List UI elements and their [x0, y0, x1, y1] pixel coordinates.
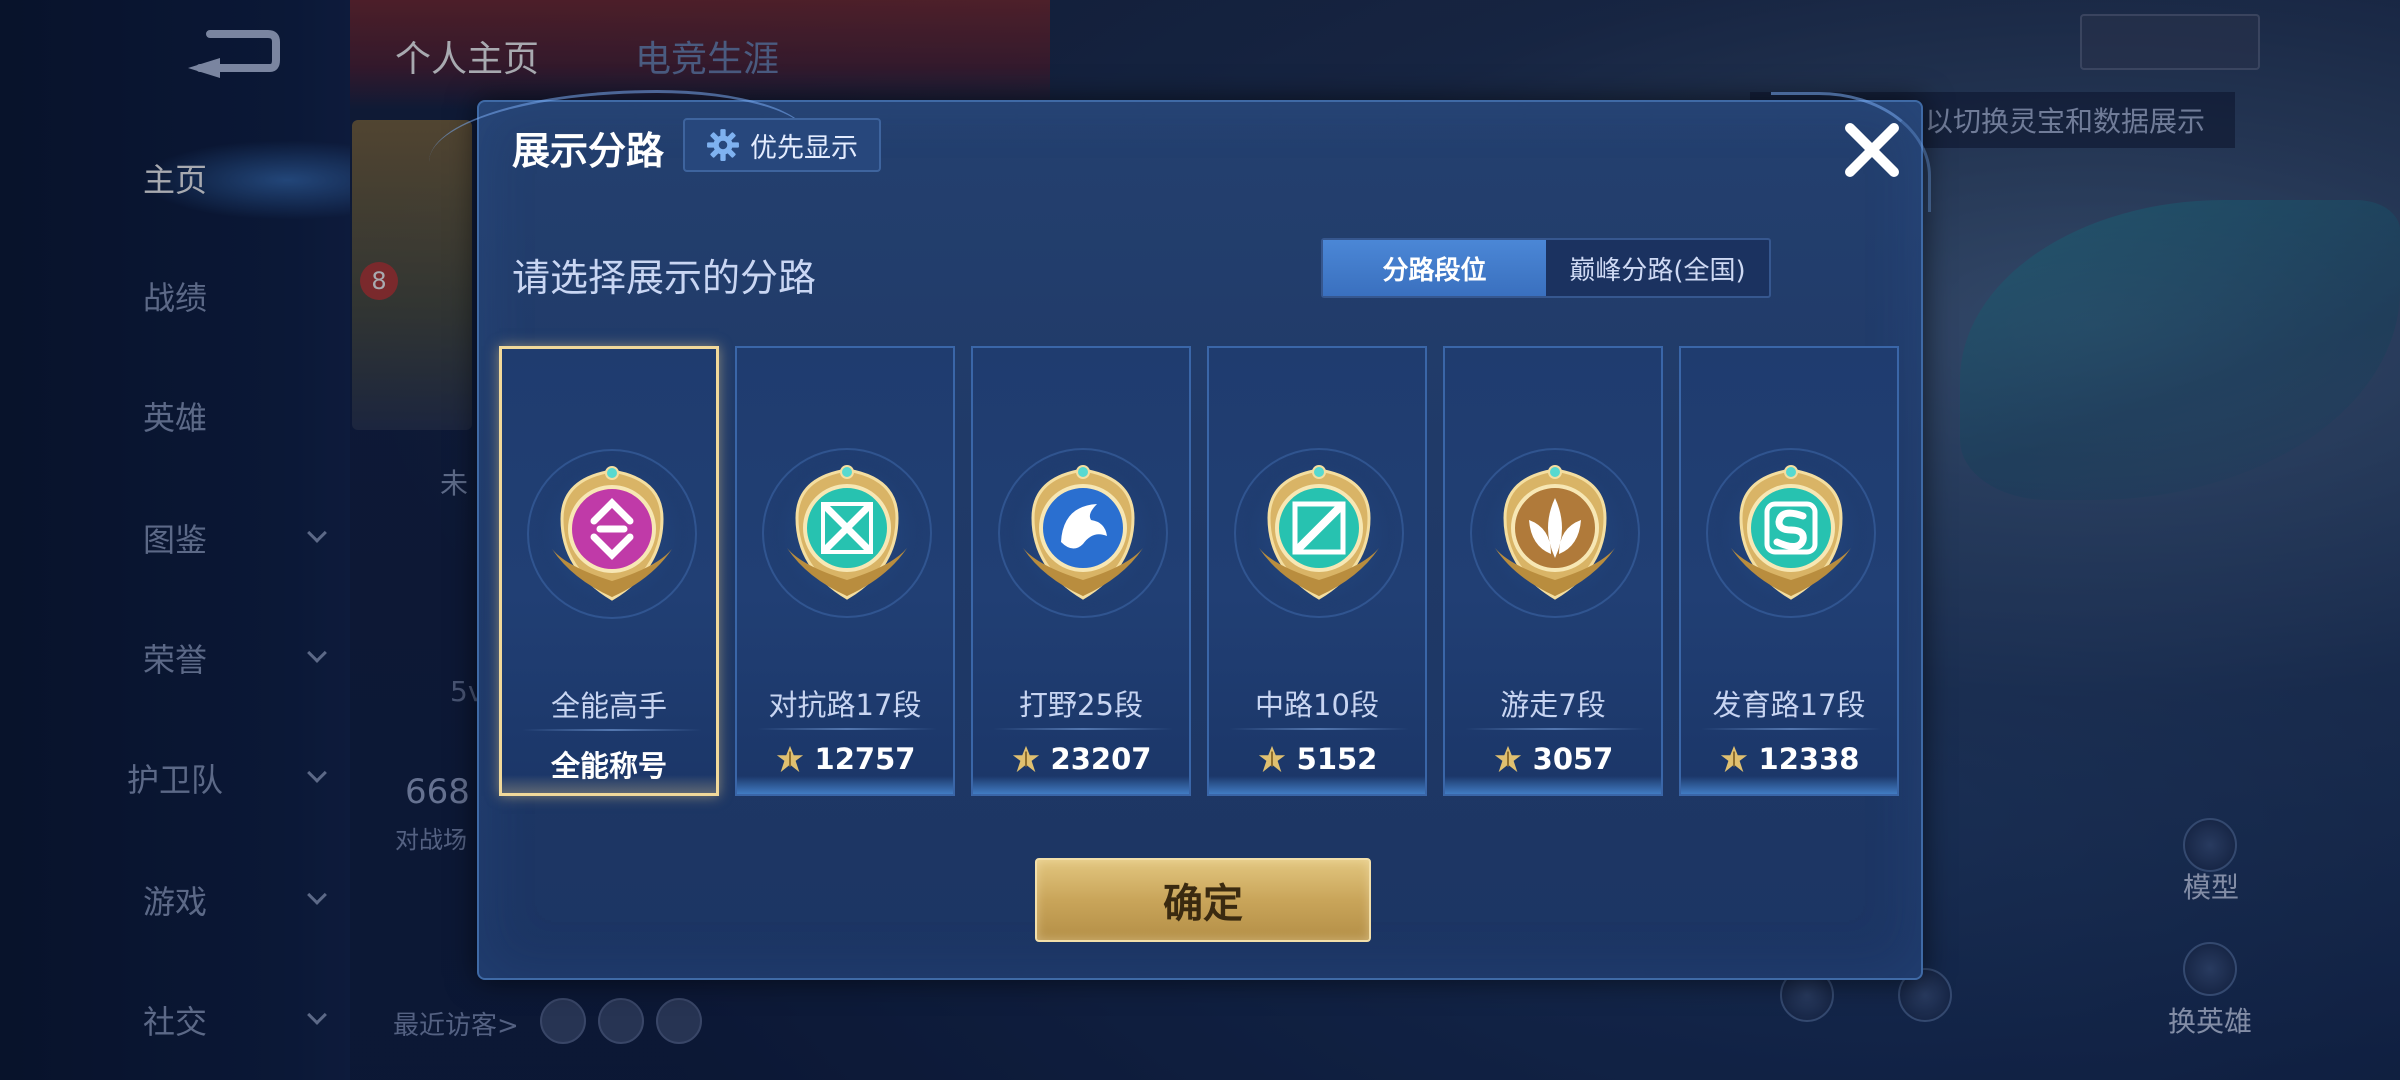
confirm-button[interactable]: 确定: [1035, 858, 1371, 942]
mid-lane-medal-icon: [1249, 458, 1389, 608]
card-bottom-glow: [1681, 776, 1897, 794]
lane-value-text: 12338: [1758, 742, 1860, 776]
peak-score-icon: [1011, 744, 1041, 774]
lane-card-all-round[interactable]: 全能高手 全能称号: [499, 346, 719, 796]
close-icon[interactable]: [1832, 110, 1912, 190]
lane-value: 12757: [737, 742, 953, 776]
divider: [1465, 728, 1645, 730]
lane-rank-name: 游走7段: [1500, 688, 1606, 722]
peak-score-icon: [1493, 744, 1523, 774]
lane-card-farm-lane[interactable]: 发育路17段 12338: [1679, 346, 1899, 796]
priority-display-label: 优先显示: [750, 132, 858, 164]
lane-card-list: 全能高手 全能称号对抗路17段 12757 打野25段 23207 中路10段 5152 游走…: [499, 346, 1909, 800]
lane-value-text: 3057: [1532, 742, 1614, 776]
lane-rank-name: 全能高手: [550, 689, 667, 723]
lane-rank-name: 打野25段: [1019, 688, 1143, 722]
jungle-medal-icon: [1013, 458, 1153, 608]
divider: [757, 728, 937, 730]
roam-medal-icon: [1485, 458, 1625, 608]
lane-display-dialog: 展示分路 优先显示 请选择展示的分路 分路段位 巅峰分路(全国) 全能高手 全能称…: [429, 90, 1931, 980]
card-bottom-glow: [1209, 776, 1425, 794]
lane-value-text: 12757: [814, 742, 916, 776]
divider: [522, 729, 702, 731]
divider: [993, 728, 1173, 730]
card-bottom-glow: [737, 776, 953, 794]
card-bottom-glow: [973, 776, 1189, 794]
lane-card-mid-lane[interactable]: 中路10段 5152: [1207, 346, 1427, 796]
lane-value: 3057: [1445, 742, 1661, 776]
peak-score-icon: [775, 744, 805, 774]
toggle-lane-rank[interactable]: 分路段位: [1323, 240, 1546, 296]
lane-card-jungle[interactable]: 打野25段 23207: [971, 346, 1191, 796]
lane-rank-name: 发育路17段: [1712, 688, 1866, 722]
peak-score-icon: [1257, 744, 1287, 774]
lane-value: 23207: [973, 742, 1189, 776]
dialog-subtitle: 请选择展示的分路: [512, 256, 817, 300]
farm-lane-medal-icon: [1721, 458, 1861, 608]
priority-display-button[interactable]: 优先显示: [683, 118, 881, 172]
lane-rank-name: 中路10段: [1255, 688, 1379, 722]
lane-value-text: 23207: [1050, 742, 1152, 776]
lane-rank-name: 对抗路17段: [768, 688, 922, 722]
lane-value-text: 5152: [1296, 742, 1378, 776]
lane-card-clash-lane[interactable]: 对抗路17段 12757: [735, 346, 955, 796]
card-bottom-glow: [1445, 776, 1661, 794]
clash-lane-medal-icon: [777, 458, 917, 608]
divider: [1701, 728, 1881, 730]
toggle-peak-lane-national[interactable]: 巅峰分路(全国): [1546, 240, 1769, 296]
peak-score-icon: [1719, 744, 1749, 774]
lane-mode-toggle: 分路段位 巅峰分路(全国): [1321, 238, 1771, 298]
lane-value: 5152: [1209, 742, 1425, 776]
gear-icon: [707, 129, 739, 161]
divider: [1229, 728, 1409, 730]
card-bottom-glow: [502, 775, 716, 793]
lane-card-roam[interactable]: 游走7段 3057: [1443, 346, 1663, 796]
dialog-title: 展示分路: [512, 129, 665, 173]
all-round-medal-icon: [542, 459, 682, 609]
lane-value: 12338: [1681, 742, 1897, 776]
